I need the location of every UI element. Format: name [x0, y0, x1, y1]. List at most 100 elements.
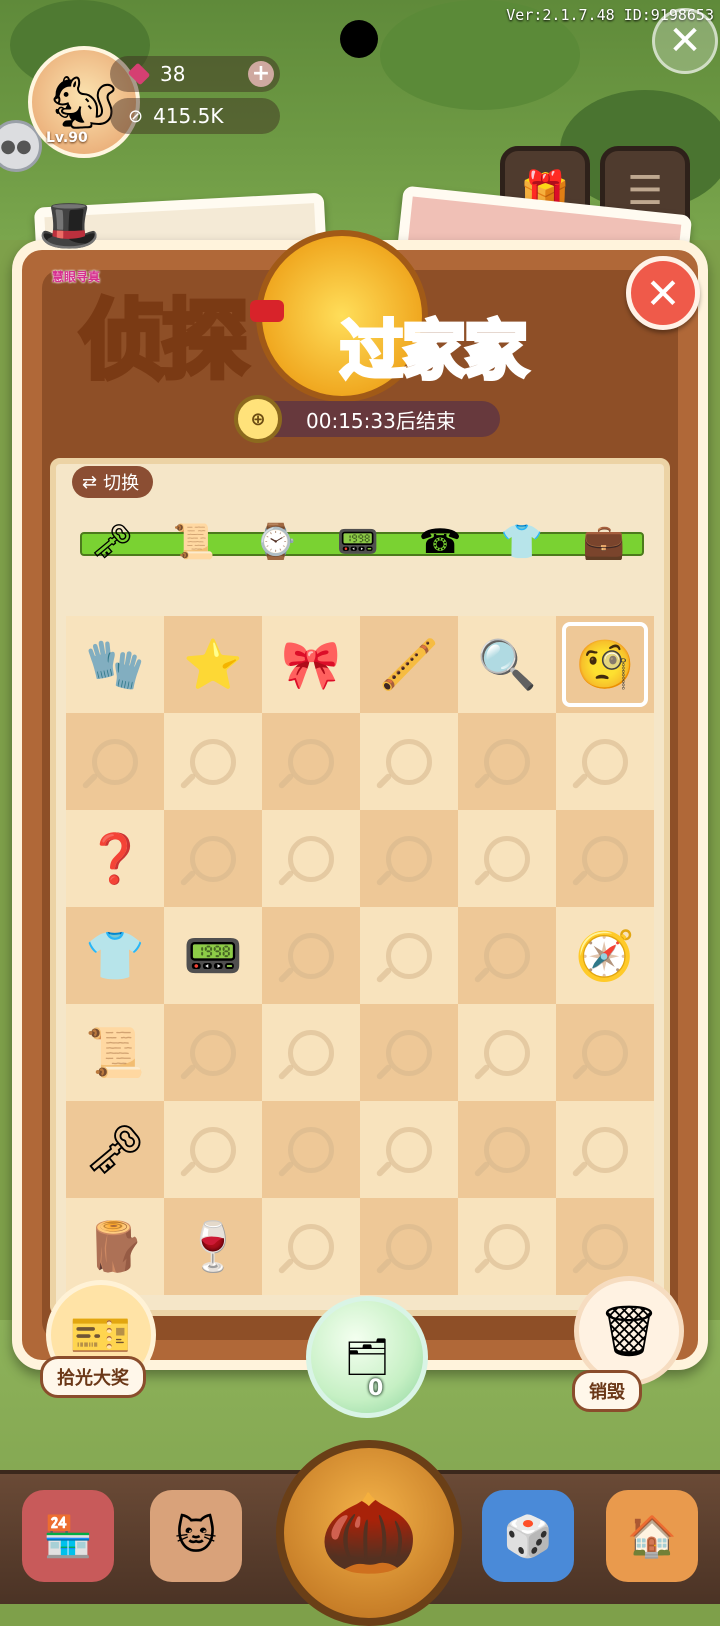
grid-cell[interactable]	[262, 907, 360, 1004]
grid-cell[interactable]: 🍷	[164, 1198, 262, 1295]
locked-magnifier-icon	[288, 932, 334, 979]
grid-cell[interactable]: 🎀	[262, 616, 360, 713]
grid-cell[interactable]	[262, 1004, 360, 1101]
dice-nav-button[interactable]: 🎲	[482, 1490, 574, 1582]
grid-cell[interactable]	[164, 1101, 262, 1198]
grid-cell[interactable]	[458, 1004, 556, 1101]
grid-cell[interactable]	[360, 713, 458, 810]
seeds-counter: ⊘ 415.5K	[110, 98, 280, 134]
grid-cell[interactable]: 🔍	[458, 616, 556, 713]
add-gems-button[interactable]: +	[248, 61, 274, 87]
gems-counter: 38 +	[110, 56, 280, 92]
briefcase-icon: 💼	[582, 522, 626, 562]
grid-cell[interactable]	[458, 810, 556, 907]
bowtie-icon: 🎀	[281, 637, 341, 693]
monocle-icon: 🧐	[575, 637, 635, 693]
grid-cell[interactable]	[458, 713, 556, 810]
locked-magnifier-icon	[190, 835, 236, 882]
detective-hat-icon: 🎩	[38, 196, 101, 254]
player-level: Lv.90	[46, 130, 88, 146]
grid-cell[interactable]: 🧭	[556, 907, 654, 1004]
grid-cell[interactable]: 🧤	[66, 616, 164, 713]
grid-cell[interactable]	[556, 810, 654, 907]
bubble-count: 0	[368, 1376, 384, 1401]
shirt-icon: 👕	[500, 522, 544, 562]
pipe-icon: 🪈	[379, 637, 439, 693]
grid-cell[interactable]	[556, 1101, 654, 1198]
house-nav-button[interactable]: 🏠	[606, 1490, 698, 1582]
grid-cell[interactable]: ⭐	[164, 616, 262, 713]
grid-cell[interactable]	[360, 810, 458, 907]
grid-cell[interactable]	[458, 907, 556, 1004]
grid-cell[interactable]: 👕	[66, 907, 164, 1004]
torn-paper-icon: 📜	[172, 522, 216, 562]
close-icon: ✕	[645, 268, 681, 318]
grid-cell[interactable]	[262, 713, 360, 810]
telephone-icon: ☎	[418, 522, 462, 562]
acorn-main-button[interactable]: 🌰	[276, 1440, 462, 1626]
gloves-icon: 🧤	[85, 637, 145, 693]
switch-button[interactable]: ⇄ 切换	[72, 466, 154, 498]
locked-magnifier-icon	[190, 1126, 236, 1173]
event-timer: ⊕ 00:15:33后结束	[234, 395, 500, 443]
locked-magnifier-icon	[288, 835, 334, 882]
cat-icon: 🐱	[175, 1513, 217, 1559]
grid-cell[interactable]	[66, 713, 164, 810]
event-title-sub: 过家家	[338, 313, 530, 391]
close-game-button[interactable]: ✕	[652, 8, 718, 74]
grid-cell[interactable]	[360, 1004, 458, 1101]
shop-nav-button[interactable]: 🏪	[22, 1490, 114, 1582]
dice-icon: 🎲	[503, 1513, 553, 1560]
torn-paper-icon: 📜	[85, 1025, 145, 1081]
wine-glass-icon: 🍷	[183, 1219, 243, 1275]
grid-cell[interactable]	[458, 1101, 556, 1198]
cat-nav-button[interactable]: 🐱	[150, 1490, 242, 1582]
merge-grid: 🧤 ⭐ 🎀 🪈 🔍 🧐 ❓ 👕 📟 🧭 📜 🗝 🪵 🍷	[66, 616, 654, 1300]
locked-magnifier-icon	[386, 1223, 432, 1270]
grid-cell[interactable]	[164, 810, 262, 907]
locked-magnifier-icon	[484, 932, 530, 979]
grid-cell[interactable]	[262, 810, 360, 907]
grid-cell[interactable]	[262, 1101, 360, 1198]
grid-cell[interactable]	[164, 1004, 262, 1101]
locked-magnifier-icon	[92, 738, 138, 785]
locked-magnifier-icon	[386, 932, 432, 979]
grid-cell[interactable]	[262, 1198, 360, 1295]
grid-cell[interactable]: 🪵	[66, 1198, 164, 1295]
pocket-watch-icon: ⌚	[254, 522, 298, 562]
item-bubble[interactable]: 🗂	[306, 1296, 428, 1418]
grid-cell[interactable]: 📜	[66, 1004, 164, 1101]
grid-cell[interactable]: 🗝	[66, 1101, 164, 1198]
locked-magnifier-icon	[582, 738, 628, 785]
wood-planks-icon: 🪵	[85, 1219, 145, 1275]
house-icon: 🏠	[627, 1513, 677, 1560]
locked-magnifier-icon	[484, 738, 530, 785]
grid-cell[interactable]	[360, 1198, 458, 1295]
key-icon: 🗝	[90, 522, 134, 562]
locked-magnifier-icon	[484, 1223, 530, 1270]
badge-star-icon: ⭐	[183, 637, 243, 693]
grid-cell[interactable]	[556, 713, 654, 810]
grid-cell[interactable]: 🧐	[556, 616, 654, 713]
grid-cell[interactable]	[458, 1198, 556, 1295]
grid-cell[interactable]	[360, 907, 458, 1004]
grid-cell[interactable]	[164, 713, 262, 810]
locked-magnifier-icon	[288, 738, 334, 785]
locked-magnifier-icon	[386, 1029, 432, 1076]
grid-cell[interactable]	[556, 1004, 654, 1101]
close-icon: ✕	[668, 18, 702, 64]
seed-icon: ⊘	[128, 105, 144, 127]
locked-magnifier-icon	[190, 1029, 236, 1076]
locked-magnifier-icon	[484, 835, 530, 882]
grid-cell[interactable]	[360, 1101, 458, 1198]
close-panel-button[interactable]: ✕	[626, 256, 700, 330]
grid-cell[interactable]: 🪈	[360, 616, 458, 713]
locked-magnifier-icon	[288, 1223, 334, 1270]
destroy-label: 销毁	[572, 1370, 642, 1412]
magnifier-item-icon: 🔍	[477, 637, 537, 693]
compass-watch-icon: 🧭	[575, 928, 635, 984]
grid-cell[interactable]: ❓	[66, 810, 164, 907]
grid-cell[interactable]: 📟	[164, 907, 262, 1004]
locked-magnifier-icon	[582, 1029, 628, 1076]
event-title-main: 侦探	[78, 289, 251, 394]
